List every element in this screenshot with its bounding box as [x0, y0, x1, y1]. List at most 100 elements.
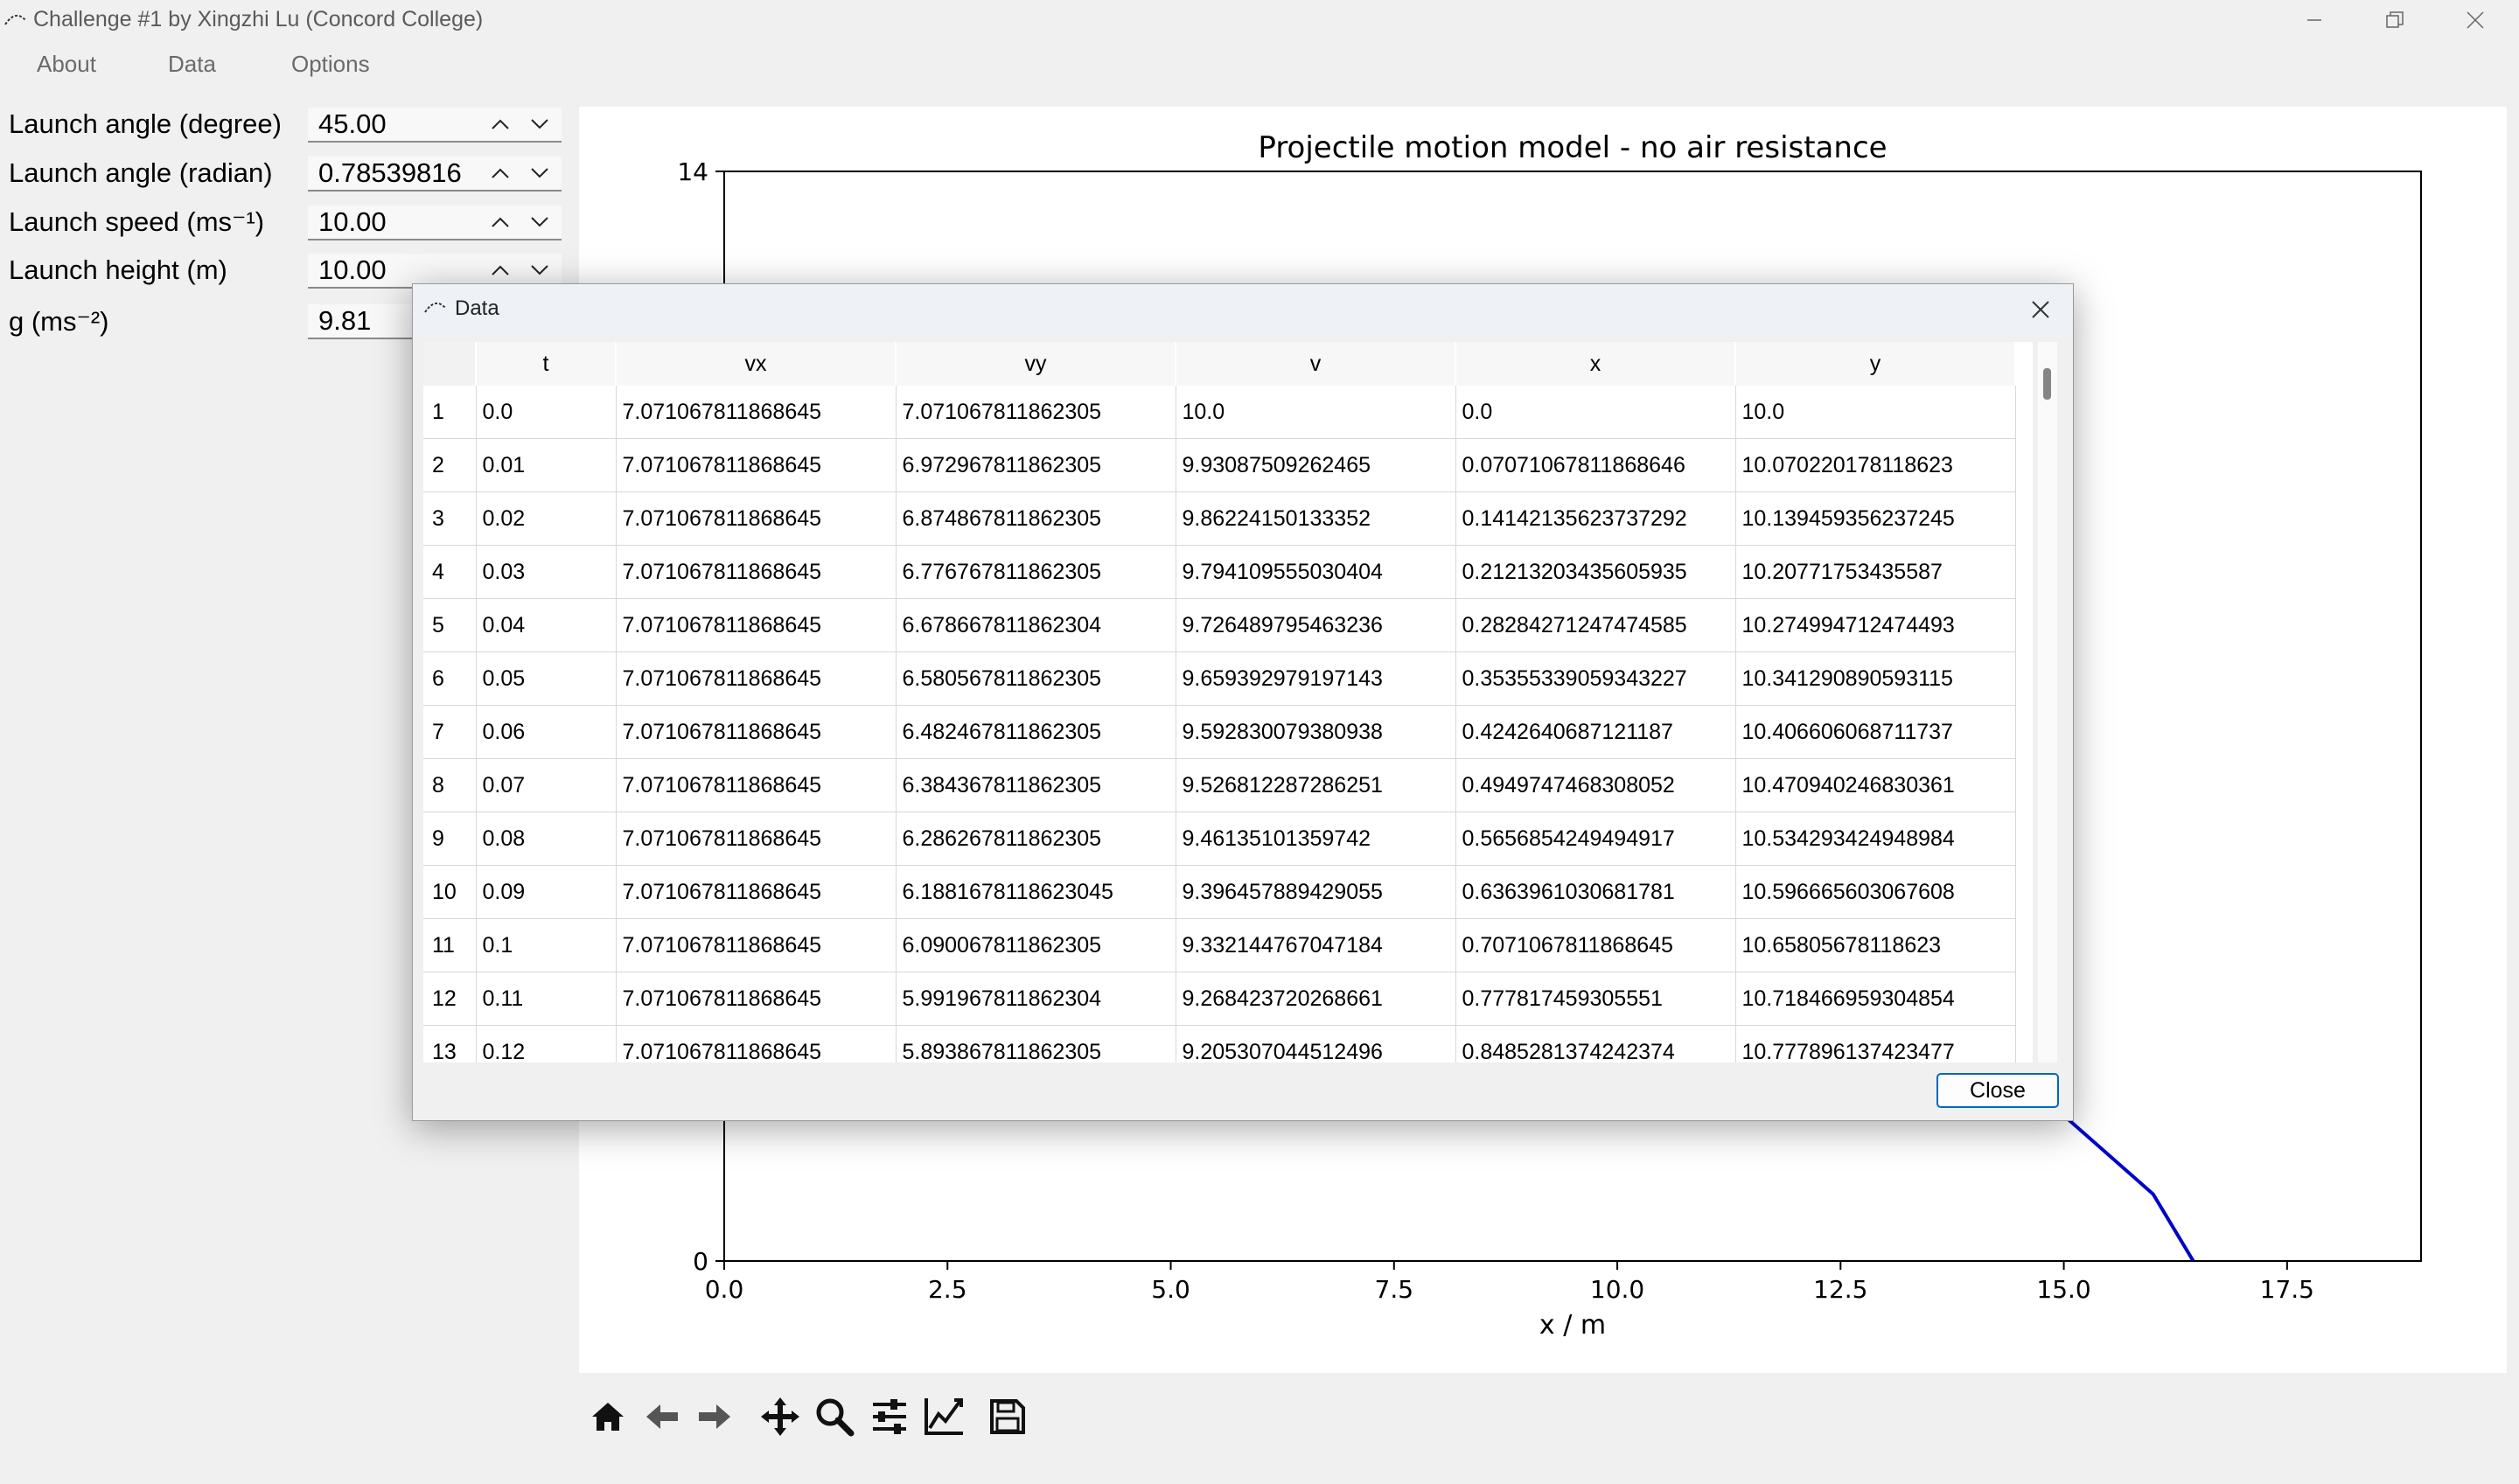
data-table-view[interactable]: t vx vy v x y 1 0.0 7.071067811868645 7.071…: [423, 342, 2033, 1062]
row-header[interactable]: 13: [423, 1025, 477, 1062]
table-cell-v[interactable]: 9.86224150133352: [1176, 491, 1456, 546]
table-cell-y[interactable]: 10.139459356237245: [1735, 491, 2016, 546]
table-cell-t[interactable]: 0.08: [476, 812, 617, 866]
chevron-down-icon[interactable]: [527, 111, 553, 137]
save-button[interactable]: [981, 1390, 1034, 1443]
table-cell-t[interactable]: 0.1: [476, 918, 617, 972]
table-cell-vy[interactable]: 6.1881678118623045: [896, 865, 1176, 919]
table-cell-y[interactable]: 10.718466959304854: [1735, 972, 2016, 1026]
table-cell-y[interactable]: 10.341290890593115: [1735, 651, 2016, 706]
table-cell-v[interactable]: 9.794109555030404: [1176, 545, 1456, 599]
back-button[interactable]: [636, 1390, 688, 1443]
table-cell-x[interactable]: 0.777817459305551: [1455, 972, 1736, 1026]
table-cell-y[interactable]: 10.070220178118623: [1735, 438, 2016, 492]
dialog-title-bar[interactable]: Data: [413, 284, 2073, 337]
table-cell-t[interactable]: 0.07: [476, 758, 617, 812]
table-cell-x[interactable]: 0.14142135623737292: [1455, 491, 1736, 546]
table-cell-t[interactable]: 0.0: [476, 386, 617, 439]
gravity-value[interactable]: 9.81: [318, 305, 371, 337]
forward-button[interactable]: [688, 1390, 741, 1443]
table-cell-x[interactable]: 0.21213203435605935: [1455, 545, 1736, 599]
table-cell-vy[interactable]: 6.384367811862305: [896, 758, 1176, 812]
table-cell-t[interactable]: 0.02: [476, 491, 617, 546]
table-cell-t[interactable]: 0.01: [476, 438, 617, 492]
launch-angle-radian-spinbox[interactable]: 0.78539816: [308, 157, 562, 192]
column-header-vx[interactable]: vx: [616, 342, 897, 386]
table-cell-vy[interactable]: 6.580567811862305: [896, 651, 1176, 706]
row-header[interactable]: 3: [423, 491, 477, 546]
table-cell-vx[interactable]: 7.071067811868645: [616, 438, 897, 492]
launch-angle-radian-value[interactable]: 0.78539816: [318, 157, 462, 189]
launch-angle-degree-spinbox[interactable]: 45.00: [308, 108, 562, 143]
table-cell-x[interactable]: 0.4242640687121187: [1455, 705, 1736, 759]
table-cell-vx[interactable]: 7.071067811868645: [616, 651, 897, 706]
row-header[interactable]: 4: [423, 545, 477, 599]
row-header[interactable]: 11: [423, 918, 477, 972]
table-cell-v[interactable]: 9.46135101359742: [1176, 812, 1456, 866]
table-cell-y[interactable]: 10.274994712474493: [1735, 598, 2016, 652]
table-cell-v[interactable]: 10.0: [1176, 386, 1456, 439]
table-cell-y[interactable]: 10.20771753435587: [1735, 545, 2016, 599]
row-header[interactable]: 2: [423, 438, 477, 492]
row-header[interactable]: 5: [423, 598, 477, 652]
table-corner-button[interactable]: [423, 342, 477, 386]
table-cell-vy[interactable]: 6.972967811862305: [896, 438, 1176, 492]
table-cell-vx[interactable]: 7.071067811868645: [616, 865, 897, 919]
table-cell-vx[interactable]: 7.071067811868645: [616, 545, 897, 599]
home-button[interactable]: [582, 1390, 634, 1443]
table-cell-t[interactable]: 0.05: [476, 651, 617, 706]
table-cell-x[interactable]: 0.7071067811868645: [1455, 918, 1736, 972]
table-cell-t[interactable]: 0.03: [476, 545, 617, 599]
table-cell-vy[interactable]: 6.286267811862305: [896, 812, 1176, 866]
table-cell-y[interactable]: 10.470940246830361: [1735, 758, 2016, 812]
table-cell-vx[interactable]: 7.071067811868645: [616, 758, 897, 812]
row-header[interactable]: 12: [423, 972, 477, 1026]
row-header[interactable]: 6: [423, 651, 477, 706]
chevron-down-icon[interactable]: [527, 257, 553, 283]
table-cell-vy[interactable]: 5.893867811862305: [896, 1025, 1176, 1062]
table-cell-vy[interactable]: 6.874867811862305: [896, 491, 1176, 546]
table-cell-vx[interactable]: 7.071067811868645: [616, 491, 897, 546]
table-cell-t[interactable]: 0.06: [476, 705, 617, 759]
row-header[interactable]: 7: [423, 705, 477, 759]
table-cell-v[interactable]: 9.268423720268661: [1176, 972, 1456, 1026]
column-header-vy[interactable]: vy: [896, 342, 1176, 386]
table-cell-vy[interactable]: 7.071067811862305: [896, 386, 1176, 439]
table-cell-t[interactable]: 0.11: [476, 972, 617, 1026]
pan-button[interactable]: [754, 1390, 806, 1443]
table-cell-vx[interactable]: 7.071067811868645: [616, 812, 897, 866]
column-header-v[interactable]: v: [1176, 342, 1456, 386]
table-cell-v[interactable]: 9.526812287286251: [1176, 758, 1456, 812]
table-cell-v[interactable]: 9.726489795463236: [1176, 598, 1456, 652]
table-vertical-scrollbar[interactable]: [2038, 342, 2057, 1062]
menu-options[interactable]: Options: [291, 51, 370, 78]
table-cell-vx[interactable]: 7.071067811868645: [616, 918, 897, 972]
table-cell-v[interactable]: 9.396457889429055: [1176, 865, 1456, 919]
table-cell-t[interactable]: 0.09: [476, 865, 617, 919]
table-cell-y[interactable]: 10.777896137423477: [1735, 1025, 2016, 1062]
table-cell-x[interactable]: 0.8485281374242374: [1455, 1025, 1736, 1062]
table-cell-x[interactable]: 0.35355339059343227: [1455, 651, 1736, 706]
edit-axes-button[interactable]: [918, 1390, 970, 1443]
table-cell-v[interactable]: 9.659392979197143: [1176, 651, 1456, 706]
row-header[interactable]: 8: [423, 758, 477, 812]
window-close-button[interactable]: [2435, 0, 2516, 40]
row-header[interactable]: 10: [423, 865, 477, 919]
table-cell-vy[interactable]: 6.678667811862304: [896, 598, 1176, 652]
table-cell-v[interactable]: 9.332144767047184: [1176, 918, 1456, 972]
scrollbar-thumb[interactable]: [2043, 368, 2051, 400]
table-cell-x[interactable]: 0.5656854249494917: [1455, 812, 1736, 866]
table-cell-x[interactable]: 0.0: [1455, 386, 1736, 439]
table-cell-v[interactable]: 9.93087509262465: [1176, 438, 1456, 492]
table-cell-vy[interactable]: 6.776767811862305: [896, 545, 1176, 599]
table-cell-vx[interactable]: 7.071067811868645: [616, 705, 897, 759]
menu-about[interactable]: About: [37, 51, 96, 78]
table-cell-y[interactable]: 10.65805678118623: [1735, 918, 2016, 972]
chevron-down-icon[interactable]: [527, 209, 553, 235]
table-cell-vx[interactable]: 7.071067811868645: [616, 972, 897, 1026]
row-header[interactable]: 1: [423, 386, 477, 439]
table-cell-v[interactable]: 9.205307044512496: [1176, 1025, 1456, 1062]
launch-height-value[interactable]: 10.00: [318, 254, 387, 286]
table-cell-y[interactable]: 10.534293424948984: [1735, 812, 2016, 866]
chevron-up-icon[interactable]: [487, 160, 513, 186]
